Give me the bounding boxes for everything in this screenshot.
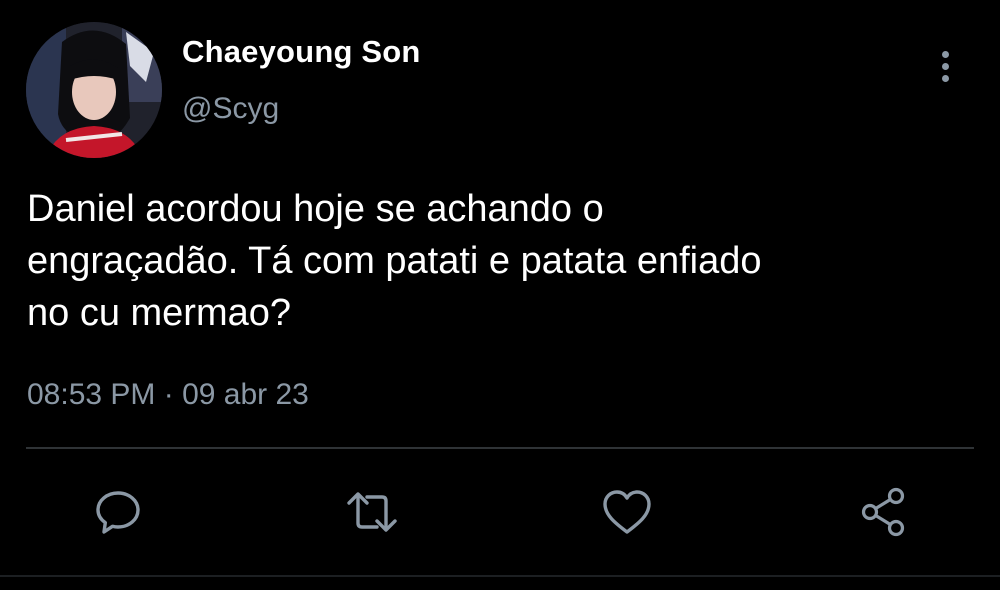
- like-button[interactable]: [600, 485, 654, 539]
- bottom-divider: [0, 575, 1000, 577]
- display-name[interactable]: Chaeyoung Son: [182, 34, 421, 70]
- like-icon: [603, 490, 651, 534]
- share-icon: [861, 487, 905, 537]
- more-vertical-icon-dot: [941, 62, 949, 70]
- retweet-button[interactable]: [345, 485, 399, 539]
- tweet-text: Daniel acordou hoje se achando o engraça…: [27, 188, 762, 334]
- retweet-icon: [347, 492, 397, 532]
- action-bar: [0, 485, 1000, 539]
- tweet-timestamp[interactable]: 08:53 PM · 09 abr 23: [27, 378, 309, 412]
- profile-photo: [26, 22, 162, 158]
- tweet-card: Chaeyoung Son @Scyg Daniel acordou hoje …: [0, 0, 1000, 590]
- more-vertical-icon-dot: [941, 74, 949, 82]
- more-vertical-icon: [941, 50, 949, 58]
- reply-button[interactable]: [91, 485, 145, 539]
- more-options-button[interactable]: [928, 44, 962, 88]
- divider: [26, 447, 974, 449]
- share-button[interactable]: [857, 485, 911, 539]
- user-handle[interactable]: @Scyg: [182, 92, 279, 126]
- reply-icon: [96, 491, 140, 534]
- avatar[interactable]: [26, 22, 162, 158]
